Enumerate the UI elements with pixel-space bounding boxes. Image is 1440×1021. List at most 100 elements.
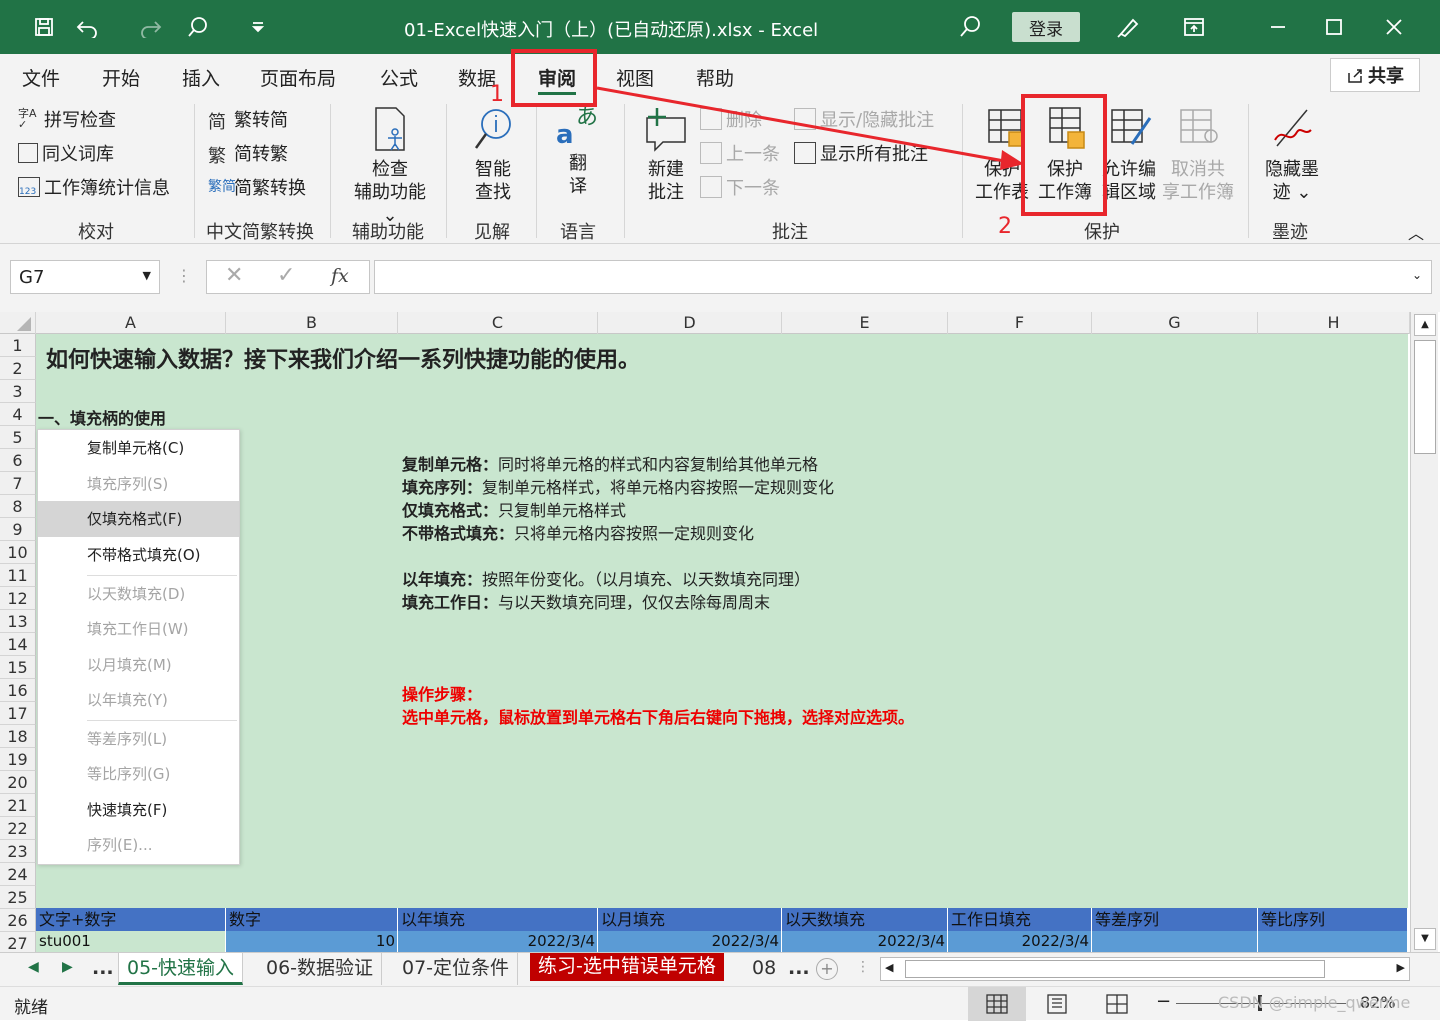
- page-layout-icon[interactable]: [1046, 994, 1068, 1014]
- scroll-up-icon[interactable]: ▲: [1414, 314, 1436, 336]
- enter-icon[interactable]: ✓: [277, 263, 295, 288]
- collapse-ribbon-icon[interactable]: ︿: [1408, 220, 1424, 244]
- redo-icon[interactable]: [134, 12, 166, 42]
- name-box[interactable]: G7 ▼: [10, 260, 160, 294]
- row-header[interactable]: 7: [0, 472, 36, 495]
- column-header[interactable]: G: [1092, 312, 1258, 334]
- sheet-tab[interactable]: 06-数据验证: [258, 953, 383, 985]
- expand-formula-icon[interactable]: ⌄: [1412, 268, 1422, 282]
- sheet-tab-more[interactable]: ...: [780, 953, 818, 985]
- column-header[interactable]: E: [782, 312, 948, 334]
- sheet-tab-more[interactable]: ...: [84, 953, 122, 985]
- row-header[interactable]: 14: [0, 633, 36, 656]
- share-button[interactable]: 共享: [1330, 58, 1420, 92]
- row-header[interactable]: 16: [0, 679, 36, 702]
- table-cell[interactable]: 2022/3/4: [598, 931, 782, 952]
- convert-button[interactable]: 繁简 简繁转换: [208, 174, 306, 200]
- allow-edit-ranges-button[interactable]: 允许编 辑区域: [1098, 106, 1160, 204]
- context-menu-item[interactable]: 等比序列(G): [38, 756, 239, 792]
- row-header[interactable]: 22: [0, 817, 36, 840]
- smart-lookup-button[interactable]: 智能 查找: [464, 106, 522, 204]
- row-header[interactable]: 25: [0, 886, 36, 909]
- page-break-icon[interactable]: [1106, 994, 1128, 1014]
- row-header[interactable]: 15: [0, 656, 36, 679]
- next-comment-button[interactable]: 下一条: [700, 174, 780, 200]
- table-header-cell[interactable]: 工作日填充: [948, 908, 1092, 931]
- row-header[interactable]: 4: [0, 403, 36, 426]
- row-header[interactable]: 1: [0, 334, 36, 357]
- context-menu-item[interactable]: 以年填充(Y): [38, 682, 239, 718]
- context-menu-item[interactable]: 复制单元格(C): [38, 430, 239, 466]
- tab-formulas[interactable]: 公式: [380, 64, 418, 91]
- trad-to-simp-button[interactable]: 简繁转简: [208, 106, 288, 133]
- login-button[interactable]: 登录: [1012, 12, 1080, 42]
- tab-scroll-right-icon[interactable]: ▶: [62, 959, 73, 975]
- context-menu-item[interactable]: 快速填充(F): [38, 792, 239, 828]
- sheet-tab-active[interactable]: 05-快速输入: [118, 953, 244, 985]
- tab-home[interactable]: 开始: [102, 64, 140, 91]
- context-menu-item[interactable]: 以天数填充(D): [38, 576, 239, 612]
- table-cell[interactable]: stu001: [36, 931, 226, 952]
- worksheet-grid[interactable]: A B C D E F G H 1 2 3 4 5 6 7 8 9 10 11 12 13 14 15 16 1…: [0, 312, 1410, 955]
- column-header[interactable]: A: [36, 312, 226, 334]
- row-header[interactable]: 8: [0, 495, 36, 518]
- search-icon[interactable]: [954, 12, 986, 42]
- prev-comment-button[interactable]: 上一条: [700, 140, 780, 166]
- table-header-cell[interactable]: 以年填充: [398, 908, 598, 931]
- tab-scroll-left-icon[interactable]: ◀: [28, 959, 39, 975]
- horizontal-scrollbar[interactable]: ◀ ▶: [880, 957, 1410, 981]
- row-header[interactable]: 26: [0, 909, 36, 932]
- table-cell[interactable]: [1258, 931, 1408, 952]
- unshare-workbook-button[interactable]: 取消共 享工作簿: [1160, 106, 1236, 204]
- customize-icon[interactable]: [242, 12, 274, 42]
- display-options-icon[interactable]: [1178, 12, 1210, 42]
- table-header-cell[interactable]: 以月填充: [598, 908, 782, 931]
- row-header[interactable]: 18: [0, 725, 36, 748]
- cancel-icon[interactable]: ✕: [225, 263, 243, 288]
- scroll-down-icon[interactable]: ▼: [1414, 928, 1436, 950]
- table-cell[interactable]: 10: [226, 931, 398, 952]
- scroll-left-icon[interactable]: ◀: [885, 961, 893, 974]
- formula-input[interactable]: [374, 260, 1432, 294]
- minimize-icon[interactable]: [1262, 12, 1294, 42]
- sheet-tab[interactable]: 07-定位条件: [394, 953, 519, 985]
- context-menu-item[interactable]: 不带格式填充(O): [38, 537, 239, 573]
- context-menu-item[interactable]: 以月填充(M): [38, 647, 239, 683]
- scroll-right-icon[interactable]: ▶: [1397, 961, 1405, 974]
- select-all-corner[interactable]: [0, 312, 36, 334]
- row-header[interactable]: 13: [0, 610, 36, 633]
- table-header-cell[interactable]: 数字: [226, 908, 398, 931]
- sheet-tab-exercise[interactable]: 练习-选中错误单元格: [530, 953, 724, 981]
- tab-help[interactable]: 帮助: [696, 64, 734, 91]
- thesaurus-button[interactable]: 同义词库: [18, 140, 114, 166]
- row-header[interactable]: 24: [0, 863, 36, 886]
- add-sheet-icon[interactable]: +: [816, 958, 838, 980]
- delete-comment-button[interactable]: 删除: [700, 106, 762, 132]
- column-header[interactable]: D: [598, 312, 782, 334]
- row-header[interactable]: 2: [0, 357, 36, 380]
- column-header[interactable]: H: [1258, 312, 1410, 334]
- scroll-thumb[interactable]: [905, 960, 1325, 978]
- undo-icon[interactable]: [72, 12, 104, 42]
- column-header[interactable]: F: [948, 312, 1092, 334]
- table-cell[interactable]: 2022/3/4: [398, 931, 598, 952]
- splitter-icon[interactable]: ⋮: [176, 266, 192, 285]
- splitter-icon[interactable]: ⋮: [856, 959, 870, 975]
- row-header[interactable]: 9: [0, 518, 36, 541]
- tab-page-layout[interactable]: 页面布局: [260, 64, 336, 91]
- zoom-out-icon[interactable]: −: [1156, 991, 1171, 1012]
- row-header[interactable]: 23: [0, 840, 36, 863]
- vertical-scrollbar[interactable]: ▲ ▼: [1410, 312, 1438, 952]
- column-header[interactable]: C: [398, 312, 598, 334]
- check-accessibility-button[interactable]: 检查 辅助功能 ⌄: [344, 106, 436, 227]
- row-header[interactable]: 12: [0, 587, 36, 610]
- table-header-cell[interactable]: 文字+数字: [36, 908, 226, 931]
- context-menu-item[interactable]: 序列(E)...: [38, 827, 239, 863]
- row-header[interactable]: 6: [0, 449, 36, 472]
- workbook-stats-button[interactable]: 123 工作簿统计信息: [18, 174, 170, 200]
- row-header[interactable]: 19: [0, 748, 36, 771]
- close-icon[interactable]: [1378, 12, 1410, 42]
- tab-view[interactable]: 视图: [616, 64, 654, 91]
- tab-insert[interactable]: 插入: [182, 64, 220, 91]
- table-header-cell[interactable]: 等差序列: [1092, 908, 1258, 931]
